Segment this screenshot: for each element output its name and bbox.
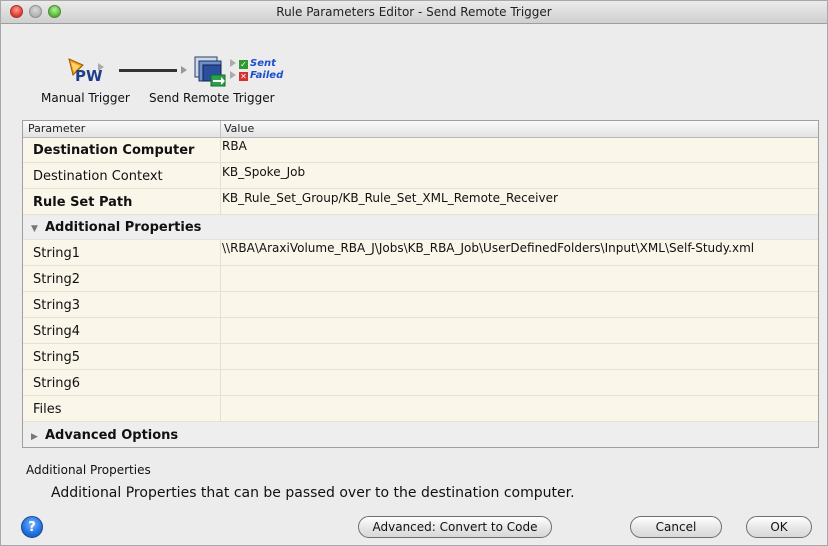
table-row[interactable]: String4 (23, 318, 818, 344)
table-row[interactable]: String5 (23, 344, 818, 370)
rule-flow-diagram: PW Manual Trigger Send Remote Trigger ✓ S… (1, 31, 827, 117)
failed-output-label: Failed (250, 70, 284, 81)
table-row[interactable]: String1 \\RBA\AraxiVolume_RBA_J\Jobs\KB_… (23, 240, 818, 266)
parameter-name: String5 (33, 350, 81, 365)
check-icon: ✓ (239, 60, 248, 69)
parameter-value[interactable]: RBA (222, 139, 247, 153)
column-divider (220, 370, 221, 395)
cancel-button[interactable]: Cancel (630, 516, 722, 538)
parameter-name: String2 (33, 272, 81, 287)
group-header: ▼ Additional Properties (31, 220, 201, 235)
additional-properties-group[interactable]: ▼ Additional Properties (23, 215, 818, 240)
column-divider (220, 189, 221, 214)
help-button[interactable]: ? (21, 516, 43, 538)
failed-output-arrow-icon (230, 71, 236, 79)
rule-parameters-window: Rule Parameters Editor - Send Remote Tri… (0, 0, 828, 546)
source-node-label: Manual Trigger (41, 91, 130, 105)
value-column-header[interactable]: Value (224, 122, 254, 135)
table-row[interactable]: String3 (23, 292, 818, 318)
column-divider (220, 318, 221, 343)
table-row[interactable]: Files (23, 396, 818, 422)
sent-output[interactable]: ✓ Sent (239, 58, 276, 69)
column-divider (220, 266, 221, 291)
pw-trigger-icon[interactable]: PW (67, 55, 105, 85)
table-row[interactable]: Rule Set Path KB_Rule_Set_Group/KB_Rule_… (23, 189, 818, 215)
title-bar: Rule Parameters Editor - Send Remote Tri… (1, 1, 827, 24)
x-icon: ✕ (239, 72, 248, 81)
parameter-name: Destination Context (33, 169, 163, 184)
column-divider (220, 292, 221, 317)
group-label: Additional Properties (45, 220, 202, 235)
disclosure-open-icon[interactable]: ▼ (31, 224, 39, 234)
parameter-column-header[interactable]: Parameter (28, 122, 85, 135)
column-divider (220, 396, 221, 421)
sent-output-arrow-icon (230, 59, 236, 67)
parameter-name: String3 (33, 298, 81, 313)
parameter-name: String6 (33, 376, 81, 391)
parameter-name: Rule Set Path (33, 195, 133, 210)
parameter-name: Destination Computer (33, 143, 195, 158)
help-title: Additional Properties (26, 463, 151, 477)
table-row[interactable]: Destination Computer RBA (23, 138, 818, 163)
table-row[interactable]: String6 (23, 370, 818, 396)
table-header: Parameter Value (23, 121, 818, 138)
column-divider (220, 240, 221, 265)
target-node-label: Send Remote Trigger (149, 91, 275, 105)
table-row[interactable]: String2 (23, 266, 818, 292)
convert-to-code-button[interactable]: Advanced: Convert to Code (358, 516, 552, 538)
sent-output-label: Sent (250, 58, 276, 69)
column-divider (220, 163, 221, 188)
parameter-name: String1 (33, 246, 81, 261)
disclosure-closed-icon[interactable]: ▶ (31, 432, 39, 442)
parameter-name: String4 (33, 324, 81, 339)
help-description: Additional Properties that can be passed… (51, 485, 575, 501)
column-divider (220, 138, 221, 162)
parameter-value[interactable]: KB_Rule_Set_Group/KB_Rule_Set_XML_Remote… (222, 191, 558, 205)
parameter-value[interactable]: \\RBA\AraxiVolume_RBA_J\Jobs\KB_RBA_Job\… (222, 241, 754, 255)
failed-output[interactable]: ✕ Failed (239, 70, 283, 81)
header-divider (220, 121, 221, 137)
ok-button[interactable]: OK (746, 516, 812, 538)
group-label: Advanced Options (45, 428, 179, 443)
table-row[interactable]: Destination Context KB_Spoke_Job (23, 163, 818, 189)
parameter-value[interactable]: KB_Spoke_Job (222, 165, 305, 179)
connector-arrow-icon (181, 66, 187, 74)
advanced-options-group[interactable]: ▶ Advanced Options (23, 422, 818, 447)
window-title: Rule Parameters Editor - Send Remote Tri… (276, 5, 552, 19)
parameter-name: Files (33, 402, 62, 417)
send-remote-trigger-icon[interactable] (191, 55, 231, 89)
parameters-table: Parameter Value Destination Computer RBA… (22, 120, 819, 448)
group-header: ▶ Advanced Options (31, 428, 178, 443)
column-divider (220, 344, 221, 369)
flow-connector (119, 69, 177, 72)
